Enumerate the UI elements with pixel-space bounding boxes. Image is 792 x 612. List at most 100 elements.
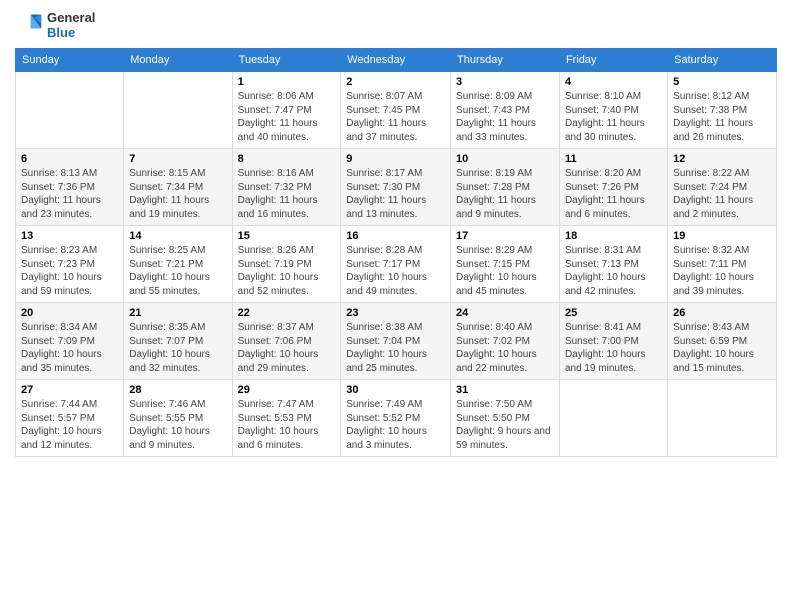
- day-cell: 11 Sunrise: 8:20 AMSunset: 7:26 PMDayligh…: [559, 149, 667, 226]
- week-row-2: 6 Sunrise: 8:13 AMSunset: 7:36 PMDaylight…: [16, 149, 777, 226]
- day-cell: 18 Sunrise: 8:31 AMSunset: 7:13 PMDayligh…: [559, 226, 667, 303]
- day-info: Sunrise: 7:46 AMSunset: 5:55 PMDaylight:…: [129, 398, 226, 452]
- day-cell: 20 Sunrise: 8:34 AMSunset: 7:09 PMDayligh…: [16, 303, 124, 380]
- logo: General Blue: [15, 10, 95, 40]
- day-cell: [559, 380, 667, 457]
- day-info: Sunrise: 8:12 AMSunset: 7:38 PMDaylight:…: [673, 90, 771, 144]
- day-info: Sunrise: 8:07 AMSunset: 7:45 PMDaylight:…: [346, 90, 445, 144]
- day-number: 28: [129, 384, 226, 396]
- day-number: 7: [129, 153, 226, 165]
- day-number: 3: [456, 76, 554, 88]
- day-cell: 31Sunrise: 7:50 AMSunset: 5:50 PMDayligh…: [451, 380, 560, 457]
- day-cell: 25 Sunrise: 8:41 AMSunset: 7:00 PMDayligh…: [559, 303, 667, 380]
- day-number: 14: [129, 230, 226, 242]
- day-info: Sunrise: 8:26 AMSunset: 7:19 PMDaylight:…: [238, 244, 336, 298]
- week-row-3: 13 Sunrise: 8:23 AMSunset: 7:23 PMDayligh…: [16, 226, 777, 303]
- day-number: 1: [238, 76, 336, 88]
- weekday-header-tuesday: Tuesday: [232, 49, 341, 72]
- day-cell: 9 Sunrise: 8:17 AMSunset: 7:30 PMDaylight…: [341, 149, 451, 226]
- header: General Blue: [15, 10, 777, 40]
- day-info: Sunrise: 7:44 AMSunset: 5:57 PMDaylight:…: [21, 398, 118, 452]
- day-info: Sunrise: 8:38 AMSunset: 7:04 PMDaylight:…: [346, 321, 445, 375]
- day-cell: 7 Sunrise: 8:15 AMSunset: 7:34 PMDaylight…: [124, 149, 232, 226]
- week-row-4: 20 Sunrise: 8:34 AMSunset: 7:09 PMDayligh…: [16, 303, 777, 380]
- day-info: Sunrise: 8:13 AMSunset: 7:36 PMDaylight:…: [21, 167, 118, 221]
- day-number: 5: [673, 76, 771, 88]
- day-cell: 1 Sunrise: 8:06 AMSunset: 7:47 PMDaylight…: [232, 72, 341, 149]
- day-info: Sunrise: 8:35 AMSunset: 7:07 PMDaylight:…: [129, 321, 226, 375]
- day-number: 2: [346, 76, 445, 88]
- day-number: 27: [21, 384, 118, 396]
- day-info: Sunrise: 8:23 AMSunset: 7:23 PMDaylight:…: [21, 244, 118, 298]
- day-number: 20: [21, 307, 118, 319]
- day-number: 24: [456, 307, 554, 319]
- day-cell: 8 Sunrise: 8:16 AMSunset: 7:32 PMDaylight…: [232, 149, 341, 226]
- day-info: Sunrise: 8:41 AMSunset: 7:00 PMDaylight:…: [565, 321, 662, 375]
- weekday-header-thursday: Thursday: [451, 49, 560, 72]
- day-cell: 17Sunrise: 8:29 AMSunset: 7:15 PMDayligh…: [451, 226, 560, 303]
- day-info: Sunrise: 8:17 AMSunset: 7:30 PMDaylight:…: [346, 167, 445, 221]
- day-cell: 15 Sunrise: 8:26 AMSunset: 7:19 PMDayligh…: [232, 226, 341, 303]
- day-cell: 10 Sunrise: 8:19 AMSunset: 7:28 PMDayligh…: [451, 149, 560, 226]
- weekday-header-sunday: Sunday: [16, 49, 124, 72]
- logo-icon: [15, 11, 43, 39]
- day-cell: [16, 72, 124, 149]
- day-cell: 13 Sunrise: 8:23 AMSunset: 7:23 PMDayligh…: [16, 226, 124, 303]
- week-row-1: 1 Sunrise: 8:06 AMSunset: 7:47 PMDaylight…: [16, 72, 777, 149]
- day-number: 11: [565, 153, 662, 165]
- day-number: 19: [673, 230, 771, 242]
- day-cell: 22Sunrise: 8:37 AMSunset: 7:06 PMDayligh…: [232, 303, 341, 380]
- day-cell: 27 Sunrise: 7:44 AMSunset: 5:57 PMDayligh…: [16, 380, 124, 457]
- day-cell: 5 Sunrise: 8:12 AMSunset: 7:38 PMDaylight…: [668, 72, 777, 149]
- day-number: 29: [238, 384, 336, 396]
- day-cell: 4Sunrise: 8:10 AMSunset: 7:40 PMDaylight…: [559, 72, 667, 149]
- weekday-header-monday: Monday: [124, 49, 232, 72]
- weekday-header-friday: Friday: [559, 49, 667, 72]
- day-info: Sunrise: 8:20 AMSunset: 7:26 PMDaylight:…: [565, 167, 662, 221]
- day-info: Sunrise: 8:06 AMSunset: 7:47 PMDaylight:…: [238, 90, 336, 144]
- day-number: 15: [238, 230, 336, 242]
- day-info: Sunrise: 8:15 AMSunset: 7:34 PMDaylight:…: [129, 167, 226, 221]
- day-info: Sunrise: 8:29 AMSunset: 7:15 PMDaylight:…: [456, 244, 554, 298]
- day-number: 30: [346, 384, 445, 396]
- weekday-header-wednesday: Wednesday: [341, 49, 451, 72]
- day-number: 16: [346, 230, 445, 242]
- day-cell: 24Sunrise: 8:40 AMSunset: 7:02 PMDayligh…: [451, 303, 560, 380]
- day-cell: [124, 72, 232, 149]
- day-cell: 16Sunrise: 8:28 AMSunset: 7:17 PMDayligh…: [341, 226, 451, 303]
- day-cell: [668, 380, 777, 457]
- day-number: 6: [21, 153, 118, 165]
- day-info: Sunrise: 8:22 AMSunset: 7:24 PMDaylight:…: [673, 167, 771, 221]
- day-number: 13: [21, 230, 118, 242]
- day-info: Sunrise: 8:09 AMSunset: 7:43 PMDaylight:…: [456, 90, 554, 144]
- day-cell: 23Sunrise: 8:38 AMSunset: 7:04 PMDayligh…: [341, 303, 451, 380]
- day-cell: 3 Sunrise: 8:09 AMSunset: 7:43 PMDaylight…: [451, 72, 560, 149]
- logo-text: General Blue: [47, 10, 95, 40]
- day-info: Sunrise: 8:19 AMSunset: 7:28 PMDaylight:…: [456, 167, 554, 221]
- day-cell: 12 Sunrise: 8:22 AMSunset: 7:24 PMDayligh…: [668, 149, 777, 226]
- day-info: Sunrise: 8:32 AMSunset: 7:11 PMDaylight:…: [673, 244, 771, 298]
- week-row-5: 27 Sunrise: 7:44 AMSunset: 5:57 PMDayligh…: [16, 380, 777, 457]
- day-number: 18: [565, 230, 662, 242]
- day-info: Sunrise: 8:34 AMSunset: 7:09 PMDaylight:…: [21, 321, 118, 375]
- day-number: 4: [565, 76, 662, 88]
- day-cell: 6 Sunrise: 8:13 AMSunset: 7:36 PMDaylight…: [16, 149, 124, 226]
- day-info: Sunrise: 8:25 AMSunset: 7:21 PMDaylight:…: [129, 244, 226, 298]
- day-cell: 28 Sunrise: 7:46 AMSunset: 5:55 PMDayligh…: [124, 380, 232, 457]
- day-number: 22: [238, 307, 336, 319]
- day-number: 8: [238, 153, 336, 165]
- day-cell: 19 Sunrise: 8:32 AMSunset: 7:11 PMDayligh…: [668, 226, 777, 303]
- day-number: 12: [673, 153, 771, 165]
- day-number: 26: [673, 307, 771, 319]
- day-number: 25: [565, 307, 662, 319]
- day-info: Sunrise: 8:43 AMSunset: 6:59 PMDaylight:…: [673, 321, 771, 375]
- day-cell: 2 Sunrise: 8:07 AMSunset: 7:45 PMDaylight…: [341, 72, 451, 149]
- day-number: 10: [456, 153, 554, 165]
- weekday-header-row: SundayMondayTuesdayWednesdayThursdayFrid…: [16, 49, 777, 72]
- day-number: 9: [346, 153, 445, 165]
- weekday-header-saturday: Saturday: [668, 49, 777, 72]
- day-info: Sunrise: 8:31 AMSunset: 7:13 PMDaylight:…: [565, 244, 662, 298]
- day-cell: 21Sunrise: 8:35 AMSunset: 7:07 PMDayligh…: [124, 303, 232, 380]
- day-info: Sunrise: 8:16 AMSunset: 7:32 PMDaylight:…: [238, 167, 336, 221]
- calendar-table: SundayMondayTuesdayWednesdayThursdayFrid…: [15, 48, 777, 457]
